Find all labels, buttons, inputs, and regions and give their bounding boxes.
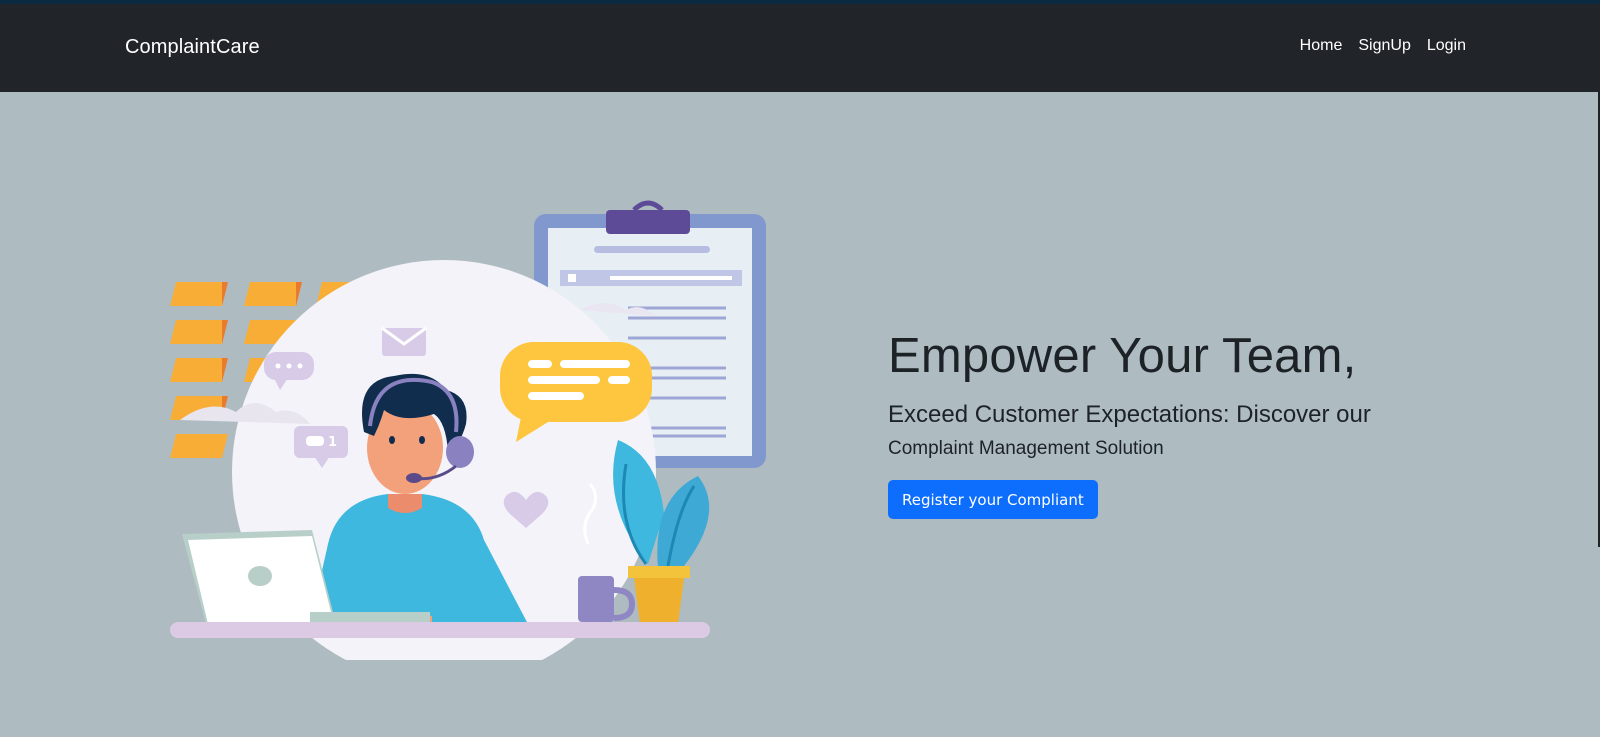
navbar: ComplaintCare Home SignUp Login	[0, 4, 1600, 92]
brand-logo[interactable]: ComplaintCare	[125, 36, 260, 59]
nav-links: Home SignUp Login	[1292, 37, 1474, 55]
hero-title: Empower Your Team,	[888, 329, 1357, 383]
chat-badge-count: 1	[328, 435, 337, 450]
nav-link-home[interactable]: Home	[1292, 37, 1351, 55]
nav-link-login[interactable]: Login	[1419, 37, 1474, 55]
nav-link-signup[interactable]: SignUp	[1350, 37, 1418, 55]
envelope-icon	[381, 326, 427, 356]
customer-support-illustration: 1	[170, 200, 766, 660]
register-complaint-button[interactable]: Register your Compliant	[888, 480, 1098, 520]
desk	[170, 622, 710, 638]
hero-subtitle: Exceed Customer Expectations: Discover o…	[888, 400, 1371, 428]
hero-text: Empower Your Team, Exceed Customer Expec…	[888, 329, 1488, 520]
hero-subtitle-2: Complaint Management Solution	[888, 437, 1164, 459]
